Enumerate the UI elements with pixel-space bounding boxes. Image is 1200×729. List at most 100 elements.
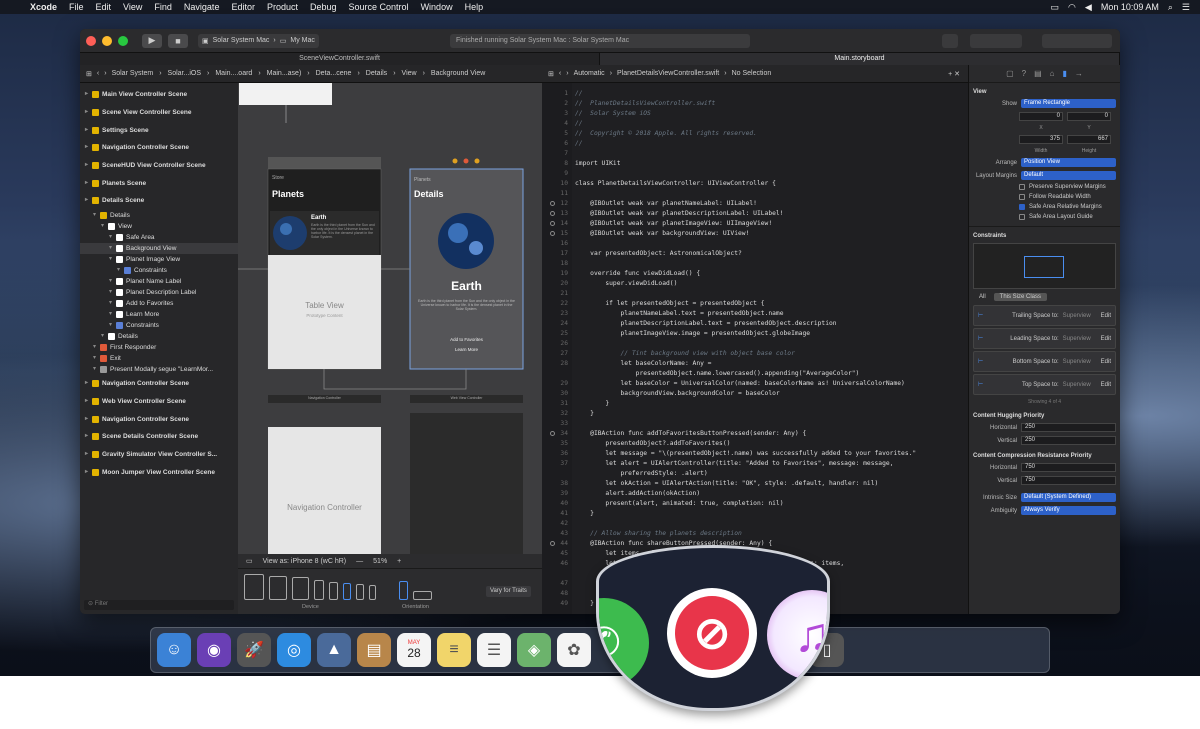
constraint-row[interactable]: ⊢ Leading Space to: Superview Edit [973, 328, 1116, 349]
menu-editor[interactable]: Editor [225, 2, 261, 12]
checkbox-row[interactable]: Safe Area Relative Margins [969, 202, 1120, 212]
checkbox[interactable] [1019, 184, 1025, 190]
menu-help[interactable]: Help [459, 2, 490, 12]
jump-item[interactable]: View [402, 70, 417, 77]
layout-margins-popup[interactable]: Default [1021, 171, 1116, 180]
photos-icon[interactable]: ✿ [557, 633, 591, 667]
constraint-row[interactable]: ⊢ Bottom Space to: Superview Edit [973, 351, 1116, 372]
checkbox[interactable] [1019, 204, 1025, 210]
disclosure-icon[interactable]: ▸ [85, 195, 92, 206]
file-inspector-icon[interactable]: ▢ [1006, 69, 1014, 78]
disclosure-icon[interactable]: ▾ [93, 353, 100, 364]
zoom-window-button[interactable] [118, 35, 128, 46]
menu-source-control[interactable]: Source Control [343, 2, 415, 12]
code-line[interactable]: preferredStyle: .alert) [575, 469, 707, 479]
clock[interactable]: Mon 10:09 AM [1101, 2, 1159, 12]
itunes-icon[interactable]: ♫ [767, 590, 827, 680]
code-line[interactable]: @IBOutlet weak var planetDescriptionLabe… [575, 209, 783, 219]
code-line[interactable]: } [575, 509, 594, 519]
outline-item[interactable]: ▾ Safe Area [80, 232, 238, 243]
show-popup[interactable]: Frame Rectangle [1021, 99, 1116, 108]
constraint-edit-button[interactable]: Edit [1101, 359, 1111, 365]
storyboard-canvas[interactable]: Store Planets Earth Earth is the third p… [238, 83, 542, 614]
hug-horizontal-field[interactable]: 250 [1021, 423, 1116, 432]
zoom-out-icon[interactable]: — [356, 558, 363, 565]
notes-icon[interactable]: ≡ [437, 633, 471, 667]
code-line[interactable]: planetDescriptionLabel.text = presentedO… [575, 319, 836, 329]
code-line[interactable]: backgroundView.backgroundColor = baseCol… [575, 389, 779, 399]
outline-scene[interactable]: ▸ Navigation Controller Scene [80, 410, 238, 428]
menu-navigate[interactable]: Navigate [178, 2, 226, 12]
disclosure-icon[interactable]: ▾ [101, 331, 108, 342]
volume-icon[interactable]: ◀ [1085, 2, 1092, 13]
arrange-popup[interactable]: Position View [1021, 158, 1116, 167]
code-line[interactable]: import UIKit [575, 159, 621, 169]
checkbox[interactable] [1019, 214, 1025, 220]
disclosure-icon[interactable]: ▸ [85, 414, 92, 425]
code-line[interactable]: // PlanetDetailsViewController.swift [575, 99, 715, 109]
code-line[interactable]: override func viewDidLoad() { [575, 269, 700, 279]
jump-item[interactable]: Deta...cene [316, 70, 352, 77]
iphone-plus-device[interactable] [329, 582, 338, 600]
spotlight-icon[interactable]: ⌕ [1168, 2, 1173, 13]
scheme-selector[interactable]: ▣ Solar System Mac › ▭ My Mac [198, 33, 319, 48]
quick-help-icon[interactable]: ? [1022, 69, 1026, 78]
vary-for-traits-button[interactable]: Vary for Traits [486, 586, 531, 597]
back-icon[interactable]: ‹ [97, 70, 99, 77]
outline-filter-field[interactable]: ⊝ Filter [84, 600, 234, 610]
code-line[interactable]: } [575, 399, 609, 409]
disclosure-icon[interactable]: ▾ [109, 243, 116, 254]
maps-icon[interactable]: ◈ [517, 633, 551, 667]
code-line[interactable]: var presentedObject: AstronomicalObject? [575, 249, 742, 259]
ambiguity-popup[interactable]: Always Verify [1021, 506, 1116, 515]
attributes-inspector-icon[interactable]: ⌂ [1050, 69, 1055, 78]
menu-debug[interactable]: Debug [304, 2, 343, 12]
code-line[interactable]: let baseColorName: Any = [575, 359, 711, 369]
jump-item[interactable]: Main....oard [215, 70, 252, 77]
disclosure-icon[interactable]: ▾ [109, 276, 116, 287]
disclosure-icon[interactable]: ▾ [109, 320, 116, 331]
code-line[interactable]: let message = "\(presentedObject!.name) … [575, 449, 916, 459]
menu-window[interactable]: Window [415, 2, 459, 12]
outline-scene[interactable]: ▸ Moon Jumper View Controller Scene [80, 463, 238, 481]
code-line[interactable]: @IBAction func addToFavoritesButtonPress… [575, 429, 806, 439]
disclosure-icon[interactable]: ▸ [85, 378, 92, 389]
outline-item[interactable]: ▾ Present Modally segue "LearnMor... [80, 364, 238, 375]
outline-scene[interactable]: ▸ Planets Scene [80, 174, 238, 192]
outlet-connection-icon[interactable] [550, 221, 555, 226]
outline-scene[interactable]: ▸ Navigation Controller Scene [80, 375, 238, 393]
disclosure-icon[interactable]: ▸ [85, 125, 92, 136]
menu-find[interactable]: Find [148, 2, 178, 12]
outline-item[interactable]: ▾ Planet Description Label [80, 287, 238, 298]
disclosure-icon[interactable]: ▾ [101, 221, 108, 232]
outline-scene[interactable]: ▸ Scene View Controller Scene [80, 104, 238, 122]
ipad-pro-12-device[interactable] [244, 574, 264, 600]
constraint-edit-button[interactable]: Edit [1101, 313, 1111, 319]
facetime-icon[interactable]: ✆ [599, 598, 649, 688]
code-line[interactable]: let alert = UIAlertController(title: "Ad… [575, 459, 893, 469]
code-line[interactable]: presentedObject.name.lowercased().append… [575, 369, 860, 379]
disclosure-icon[interactable]: ▾ [117, 265, 124, 276]
news-icon[interactable]: ⊘ [667, 588, 757, 678]
code-line[interactable]: // Allow sharing the planets description [575, 529, 742, 539]
code-line[interactable]: planetImageView.image = presentedObject.… [575, 329, 810, 339]
intrinsic-size-popup[interactable]: Default (System Defined) [1021, 493, 1116, 502]
menu-view[interactable]: View [117, 2, 148, 12]
size-inspector-icon[interactable]: ▮ [1063, 69, 1067, 78]
disclosure-icon[interactable]: ▾ [93, 364, 100, 375]
jump-selection[interactable]: No Selection [732, 70, 772, 77]
wifi-icon[interactable]: ◠ [1068, 2, 1076, 13]
forward-icon[interactable]: › [566, 70, 568, 77]
tab-sceneviewcontroller[interactable]: SceneViewController.swift [80, 53, 600, 65]
code-line[interactable]: presentedObject?.addToFavorites() [575, 439, 730, 449]
comp-horizontal-field[interactable]: 750 [1021, 463, 1116, 472]
disclosure-icon[interactable]: ▸ [85, 142, 92, 153]
disclosure-icon[interactable]: ▸ [85, 449, 92, 460]
close-window-button[interactable] [86, 35, 96, 46]
constraint-row[interactable]: ⊢ Trailing Space to: Superview Edit [973, 305, 1116, 326]
view-as-label[interactable]: View as: iPhone 8 (wC hR) [263, 558, 347, 565]
disclosure-icon[interactable]: ▸ [85, 396, 92, 407]
checkbox-row[interactable]: Follow Readable Width [969, 192, 1120, 202]
stop-button[interactable]: ■ [168, 33, 188, 48]
outline-item[interactable]: ▾ Details [80, 331, 238, 342]
